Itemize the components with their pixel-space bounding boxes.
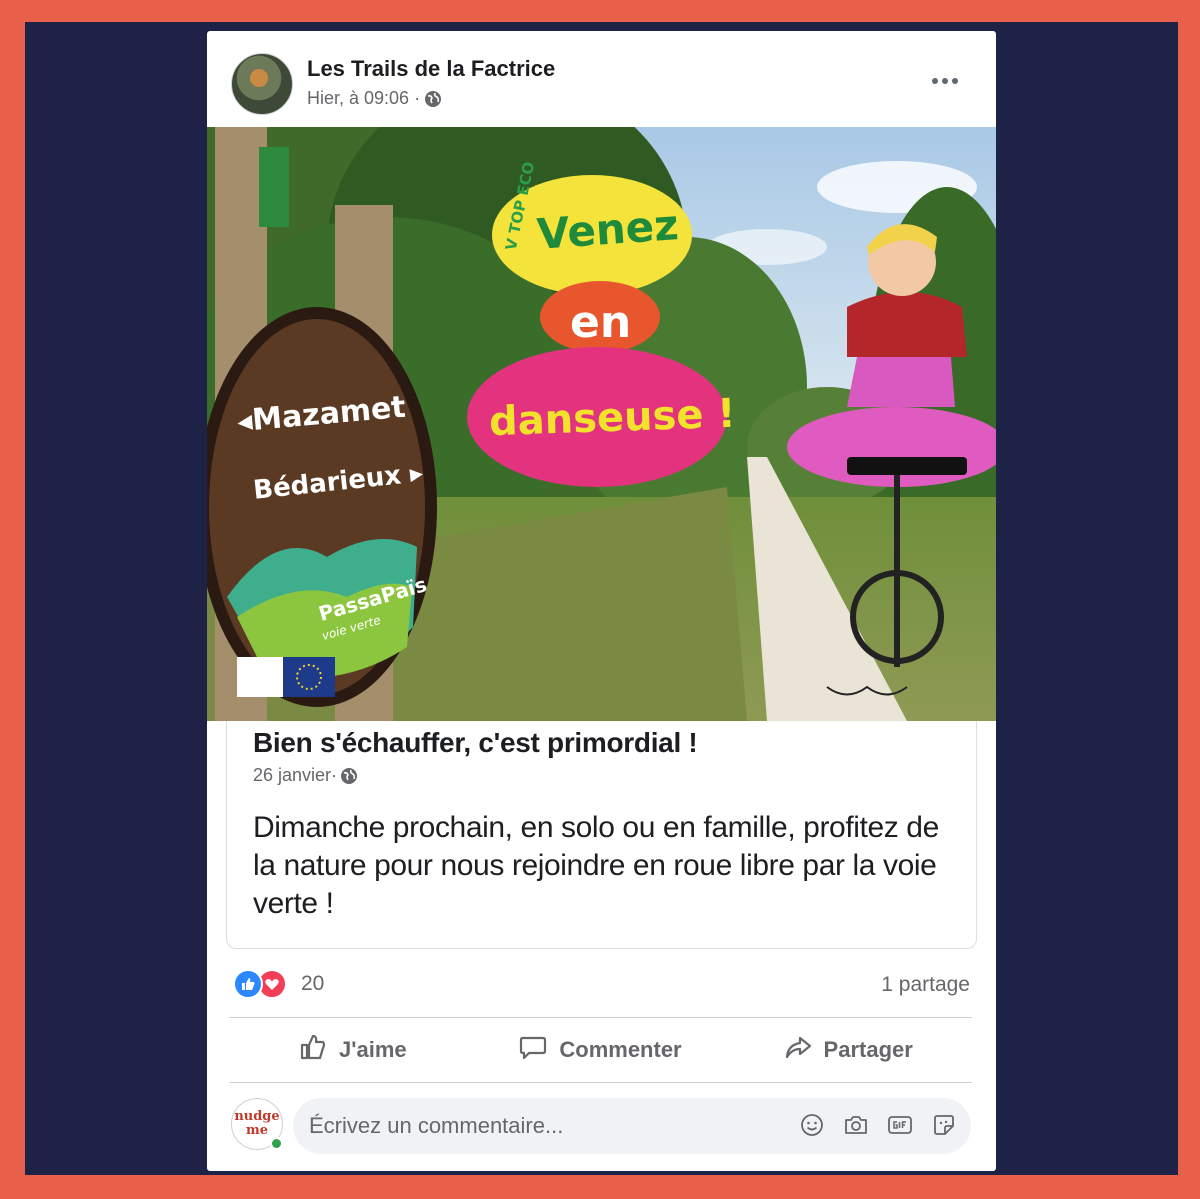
gif-icon[interactable] (887, 1112, 913, 1138)
like-button-label: J'aime (339, 1037, 407, 1062)
comment-input[interactable] (309, 1098, 779, 1154)
post-image[interactable]: V TOP ECO Venez en danseuse ! ◂Mazamet B… (207, 127, 996, 721)
share-button-label: Partager (823, 1037, 913, 1062)
thumbs-up-icon (299, 1033, 327, 1067)
comment-bubble-icon (519, 1033, 547, 1067)
share-button[interactable]: Partager (724, 1018, 972, 1082)
comment-button[interactable]: Commenter (477, 1018, 725, 1082)
more-dot (952, 78, 958, 84)
globe-icon (424, 90, 442, 108)
post-timestamp[interactable]: Hier, à 09:06 · (307, 88, 420, 109)
bubble-danseuse: danseuse ! (488, 390, 737, 446)
action-bar: J'aime Commenter Partager (229, 1018, 972, 1082)
facebook-post: Les Trails de la Factrice Hier, à 09:06 … (207, 31, 996, 1171)
more-options-button[interactable] (925, 67, 965, 95)
shared-post[interactable]: Bien s'échauffer, c'est primordial ! 26 … (226, 721, 977, 949)
composer-icons (799, 1112, 957, 1138)
post-meta: Hier, à 09:06 · (307, 88, 442, 109)
shared-post-meta: 26 janvier· (253, 765, 358, 786)
more-dot (942, 78, 948, 84)
comment-composer (293, 1098, 971, 1154)
user-avatar-text: nudge me (234, 1109, 280, 1138)
author-name[interactable]: Les Trails de la Factrice (307, 56, 555, 82)
reaction-count: 20 (301, 972, 325, 995)
like-reaction-icon (233, 969, 263, 999)
divider (229, 1082, 972, 1083)
shared-post-text: Dimanche prochain, en solo ou en famille… (253, 811, 939, 920)
page-avatar[interactable] (231, 53, 293, 115)
more-horizontal-icon (932, 78, 938, 84)
shared-post-date: 26 janvier· (253, 765, 338, 785)
sticker-icon[interactable] (931, 1112, 957, 1138)
bubble-venez: Venez (535, 200, 681, 259)
shared-post-title: Bien s'échauffer, c'est primordial ! (253, 727, 698, 758)
emoji-icon[interactable] (799, 1112, 825, 1138)
share-count[interactable]: 1 partage (881, 973, 970, 997)
like-button[interactable]: J'aime (229, 1018, 477, 1082)
online-status-dot (270, 1137, 283, 1150)
camera-icon[interactable] (843, 1112, 869, 1138)
share-arrow-icon (784, 1033, 812, 1067)
reactions-summary[interactable]: 20 (233, 969, 324, 999)
globe-icon (340, 767, 358, 785)
bubble-en: en (570, 297, 632, 348)
post-header: Les Trails de la Factrice Hier, à 09:06 … (207, 31, 996, 127)
comment-button-label: Commenter (559, 1037, 682, 1062)
